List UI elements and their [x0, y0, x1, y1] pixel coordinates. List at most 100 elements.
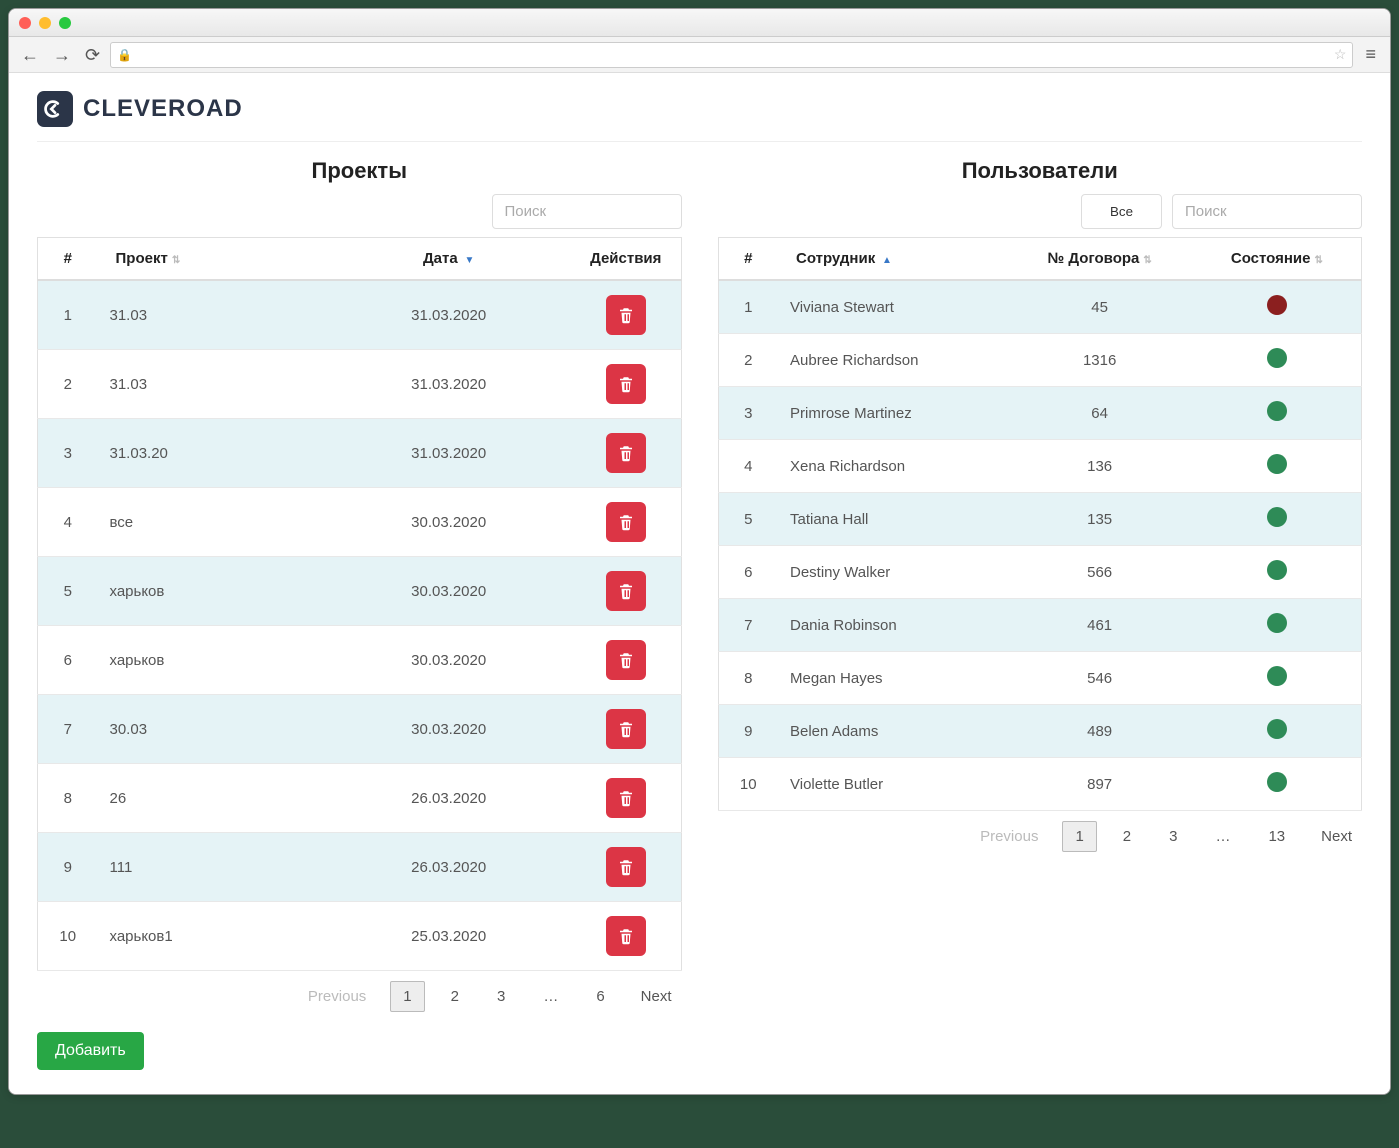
projects-pagination: Previous 123 … 6 Next	[37, 981, 682, 1012]
table-row[interactable]: 730.0330.03.2020	[38, 695, 682, 764]
table-row[interactable]: 9Belen Adams489	[718, 705, 1362, 758]
row-number: 6	[718, 546, 778, 599]
project-date-cell: 30.03.2020	[326, 488, 571, 557]
pagination-previous[interactable]: Previous	[298, 982, 376, 1011]
pagination-page[interactable]: 2	[439, 982, 471, 1011]
users-col-num[interactable]: #	[718, 238, 778, 281]
delete-button[interactable]	[606, 709, 646, 749]
back-button[interactable]: ←	[17, 44, 43, 66]
sort-icon: ⇅	[1143, 255, 1151, 266]
row-number: 4	[38, 488, 98, 557]
row-number: 5	[718, 493, 778, 546]
pagination-page[interactable]: 1	[390, 981, 424, 1012]
row-number: 4	[718, 440, 778, 493]
table-row[interactable]: 10Violette Butler897	[718, 758, 1362, 811]
employee-name-cell: Belen Adams	[778, 705, 1007, 758]
table-row[interactable]: 7Dania Robinson461	[718, 599, 1362, 652]
projects-panel: Проекты # Проект⇅ Дата ▼	[37, 158, 682, 1012]
delete-button[interactable]	[606, 571, 646, 611]
row-number: 9	[38, 833, 98, 902]
projects-col-num[interactable]: #	[38, 238, 98, 281]
table-row[interactable]: 8Megan Hayes546	[718, 652, 1362, 705]
users-col-status[interactable]: Состояние⇅	[1193, 238, 1362, 281]
table-row[interactable]: 911126.03.2020	[38, 833, 682, 902]
status-indicator-icon	[1267, 666, 1287, 686]
employee-name-cell: Destiny Walker	[778, 546, 1007, 599]
project-name-cell: харьков	[98, 626, 327, 695]
projects-col-actions: Действия	[571, 238, 681, 281]
delete-button[interactable]	[606, 295, 646, 335]
employee-name-cell: Primrose Martinez	[778, 387, 1007, 440]
row-number: 3	[38, 419, 98, 488]
table-row[interactable]: 10харьков125.03.2020	[38, 902, 682, 971]
table-row[interactable]: 131.0331.03.2020	[38, 280, 682, 350]
table-row[interactable]: 3Primrose Martinez64	[718, 387, 1362, 440]
table-row[interactable]: 1Viviana Stewart45	[718, 280, 1362, 334]
table-row[interactable]: 5харьков30.03.2020	[38, 557, 682, 626]
users-col-employee[interactable]: Сотрудник ▲	[778, 238, 1007, 281]
contract-number-cell: 45	[1007, 280, 1193, 334]
delete-button[interactable]	[606, 916, 646, 956]
project-date-cell: 31.03.2020	[326, 350, 571, 419]
pagination-page[interactable]: 3	[1157, 822, 1189, 851]
projects-col-project[interactable]: Проект⇅	[98, 238, 327, 281]
pagination-next[interactable]: Next	[1311, 822, 1362, 851]
delete-button[interactable]	[606, 778, 646, 818]
row-number: 1	[718, 280, 778, 334]
pagination-previous[interactable]: Previous	[970, 822, 1048, 851]
employee-name-cell: Tatiana Hall	[778, 493, 1007, 546]
table-row[interactable]: 6харьков30.03.2020	[38, 626, 682, 695]
window-close-icon[interactable]	[19, 17, 31, 29]
pagination-page[interactable]: 3	[485, 982, 517, 1011]
sort-icon: ⇅	[1315, 255, 1323, 266]
contract-number-cell: 64	[1007, 387, 1193, 440]
table-row[interactable]: 2Aubree Richardson1316	[718, 334, 1362, 387]
delete-button[interactable]	[606, 847, 646, 887]
hamburger-menu-icon[interactable]: ≡	[1359, 44, 1382, 65]
table-row[interactable]: 4все30.03.2020	[38, 488, 682, 557]
contract-number-cell: 546	[1007, 652, 1193, 705]
address-bar[interactable]: 🔒 ☆	[110, 42, 1353, 68]
status-indicator-icon	[1267, 295, 1287, 315]
project-name-cell: 31.03	[98, 350, 327, 419]
pagination-next[interactable]: Next	[631, 982, 682, 1011]
lock-icon: 🔒	[117, 48, 132, 62]
users-all-button[interactable]: Все	[1081, 194, 1162, 229]
pagination-page[interactable]: 13	[1256, 822, 1297, 851]
projects-table: # Проект⇅ Дата ▼ Действия 131.0331.03.20…	[37, 237, 682, 971]
projects-search-input[interactable]	[492, 194, 682, 229]
delete-button[interactable]	[606, 502, 646, 542]
status-indicator-icon	[1267, 454, 1287, 474]
table-row[interactable]: 82626.03.2020	[38, 764, 682, 833]
table-row[interactable]: 5Tatiana Hall135	[718, 493, 1362, 546]
add-button[interactable]: Добавить	[37, 1032, 144, 1070]
table-row[interactable]: 331.03.2031.03.2020	[38, 419, 682, 488]
bookmark-star-icon[interactable]: ☆	[1334, 46, 1347, 63]
table-row[interactable]: 4Xena Richardson136	[718, 440, 1362, 493]
users-search-input[interactable]	[1172, 194, 1362, 229]
project-name-cell: 111	[98, 833, 327, 902]
delete-button[interactable]	[606, 640, 646, 680]
window-maximize-icon[interactable]	[59, 17, 71, 29]
users-col-contract[interactable]: № Договора⇅	[1007, 238, 1193, 281]
window-minimize-icon[interactable]	[39, 17, 51, 29]
contract-number-cell: 489	[1007, 705, 1193, 758]
projects-col-date[interactable]: Дата ▼	[326, 238, 571, 281]
project-date-cell: 30.03.2020	[326, 695, 571, 764]
delete-button[interactable]	[606, 433, 646, 473]
table-row[interactable]: 6Destiny Walker566	[718, 546, 1362, 599]
delete-button[interactable]	[606, 364, 646, 404]
contract-number-cell: 136	[1007, 440, 1193, 493]
row-number: 9	[718, 705, 778, 758]
contract-number-cell: 897	[1007, 758, 1193, 811]
pagination-page[interactable]: 6	[584, 982, 616, 1011]
pagination-page[interactable]: 2	[1111, 822, 1143, 851]
browser-toolbar: ← → ⟳ 🔒 ☆ ≡	[9, 37, 1390, 73]
table-row[interactable]: 231.0331.03.2020	[38, 350, 682, 419]
project-date-cell: 31.03.2020	[326, 280, 571, 350]
reload-button[interactable]: ⟳	[81, 44, 104, 66]
projects-title: Проекты	[37, 158, 682, 184]
pagination-page[interactable]: 1	[1062, 821, 1096, 852]
pagination-ellipsis: …	[531, 982, 570, 1011]
forward-button[interactable]: →	[49, 44, 75, 66]
